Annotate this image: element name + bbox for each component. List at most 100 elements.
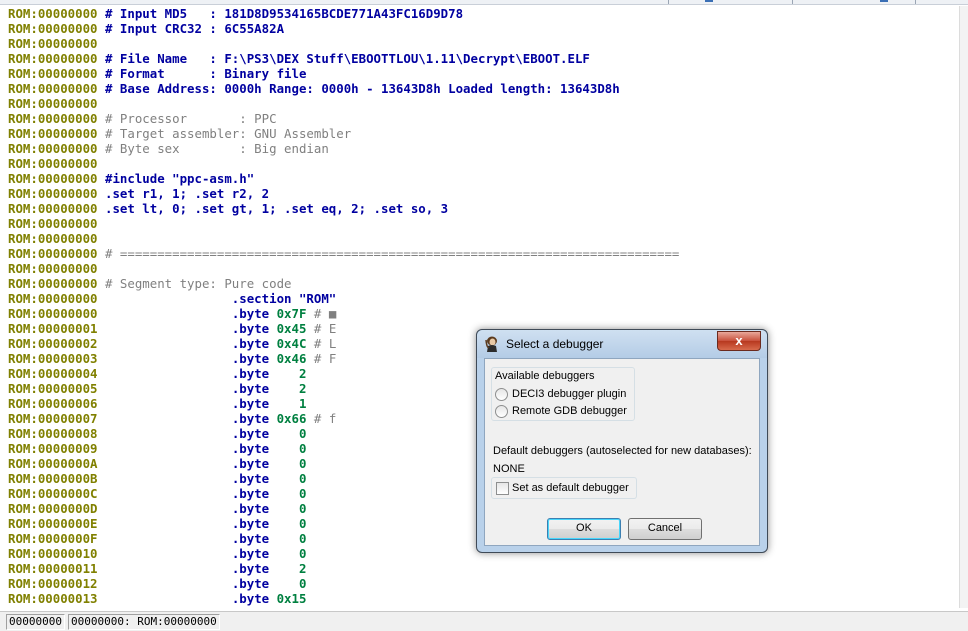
close-button[interactable]: x [717, 331, 761, 351]
line-address[interactable]: ROM:00000000 [8, 201, 98, 216]
listing-line[interactable]: ROM:00000000 [0, 36, 958, 51]
line-address[interactable]: ROM:00000000 [8, 81, 98, 96]
line-address[interactable]: ROM:00000010 [8, 546, 98, 561]
listing-scrollbar[interactable] [959, 6, 968, 608]
radio-remote-gdb[interactable]: Remote GDB debugger [495, 405, 635, 419]
listing-line[interactable]: ROM:00000000 [0, 156, 958, 171]
line-mnemonic[interactable]: .byte [232, 501, 269, 516]
line-address[interactable]: ROM:00000000 [8, 96, 98, 111]
line-text[interactable]: .set lt, 0; .set gt, 1; .set eq, 2; .set… [98, 201, 448, 216]
line-operand[interactable]: 2 [277, 381, 306, 396]
line-operand[interactable]: 0x4C [277, 336, 307, 351]
line-mnemonic[interactable]: .byte [232, 531, 269, 546]
line-mnemonic[interactable]: .byte [232, 456, 269, 471]
line-operand[interactable]: 0 [277, 501, 306, 516]
checkbox-label[interactable]: Set as default debugger [512, 482, 629, 494]
line-text[interactable]: # Format : Binary file [98, 66, 306, 81]
line-mnemonic[interactable]: .byte [232, 411, 269, 426]
listing-line[interactable]: ROM:00000000 [0, 96, 958, 111]
line-address[interactable]: ROM:00000000 [8, 36, 98, 51]
line-operand[interactable]: 0 [277, 471, 306, 486]
listing-line[interactable]: ROM:00000000 [0, 216, 958, 231]
line-address[interactable]: ROM:00000003 [8, 351, 98, 366]
listing-line[interactable]: ROM:00000000 .set lt, 0; .set gt, 1; .se… [0, 201, 958, 216]
listing-line[interactable]: ROM:00000000 # Base Address: 0000h Range… [0, 81, 958, 96]
line-mnemonic[interactable]: .byte [232, 441, 269, 456]
line-address[interactable]: ROM:00000000 [8, 66, 98, 81]
line-operand[interactable]: 0 [277, 456, 306, 471]
line-text[interactable]: #include "ppc-asm.h" [98, 171, 254, 186]
line-mnemonic[interactable]: .byte [232, 366, 269, 381]
line-address[interactable]: ROM:00000000 [8, 306, 98, 321]
line-operand[interactable]: 2 [277, 366, 306, 381]
line-address[interactable]: ROM:00000002 [8, 336, 98, 351]
radio-circle-icon[interactable] [495, 405, 508, 418]
listing-line[interactable]: ROM:00000000 # Processor : PPC [0, 111, 958, 126]
listing-line[interactable]: ROM:00000000 # Input MD5 : 181D8D9534165… [0, 6, 958, 21]
radio-circle-icon[interactable] [495, 388, 508, 401]
line-address[interactable]: ROM:00000000 [8, 6, 98, 21]
line-address[interactable]: ROM:00000009 [8, 441, 98, 456]
set-default-checkbox-row[interactable]: Set as default debugger [491, 477, 637, 499]
line-mnemonic[interactable]: .byte [232, 321, 269, 336]
line-operand[interactable]: 0 [277, 516, 306, 531]
line-operand[interactable]: 2 [277, 561, 306, 576]
line-mnemonic[interactable]: .byte [232, 426, 269, 441]
listing-line[interactable]: ROM:00000000 .byte 0x7F # ■ [0, 306, 958, 321]
line-operand[interactable]: 0x45 [277, 321, 307, 336]
line-mnemonic[interactable]: .byte [232, 576, 269, 591]
line-text[interactable]: # Input CRC32 : 6C55A82A [98, 21, 284, 36]
radio-label[interactable]: DECI3 debugger plugin [512, 388, 626, 400]
listing-line[interactable]: ROM:00000000 # Target assembler: GNU Ass… [0, 126, 958, 141]
line-mnemonic[interactable]: .byte [232, 561, 269, 576]
line-mnemonic[interactable]: .byte [232, 351, 269, 366]
line-address[interactable]: ROM:00000000 [8, 156, 98, 171]
line-address[interactable]: ROM:00000000 [8, 261, 98, 276]
listing-line[interactable]: ROM:00000000 # =========================… [0, 246, 958, 261]
line-operand[interactable]: 0 [277, 576, 306, 591]
dialog-titlebar[interactable]: Select a debugger x [477, 330, 767, 358]
line-address[interactable]: ROM:00000004 [8, 366, 98, 381]
line-text[interactable]: # Byte sex : Big endian [98, 141, 329, 156]
line-address[interactable]: ROM:00000000 [8, 51, 98, 66]
line-address[interactable]: ROM:00000013 [8, 591, 98, 606]
line-address[interactable]: ROM:0000000E [8, 516, 98, 531]
line-address[interactable]: ROM:00000005 [8, 381, 98, 396]
line-operand[interactable]: 0x7F [277, 306, 307, 321]
line-operand[interactable]: 1 [277, 396, 306, 411]
line-address[interactable]: ROM:0000000A [8, 456, 98, 471]
line-address[interactable]: ROM:00000000 [8, 276, 98, 291]
line-address[interactable]: ROM:00000012 [8, 576, 98, 591]
line-text[interactable]: # Input MD5 : 181D8D9534165BCDE771A43FC1… [98, 6, 463, 21]
listing-line[interactable]: ROM:00000011 .byte 2 [0, 561, 958, 576]
line-operand[interactable]: 0 [277, 546, 306, 561]
line-address[interactable]: ROM:00000001 [8, 321, 98, 336]
line-address[interactable]: ROM:00000000 [8, 171, 98, 186]
listing-line[interactable]: ROM:00000000 [0, 231, 958, 246]
line-mnemonic[interactable]: .byte [232, 486, 269, 501]
line-address[interactable]: ROM:00000000 [8, 126, 98, 141]
listing-line[interactable]: ROM:00000013 .byte 0x15 [0, 591, 958, 606]
listing-line[interactable]: ROM:00000012 .byte 0 [0, 576, 958, 591]
line-mnemonic[interactable]: .byte [232, 516, 269, 531]
line-mnemonic[interactable]: .byte [232, 336, 269, 351]
line-operand[interactable]: 0 [277, 426, 306, 441]
listing-line[interactable]: ROM:00000000 #include "ppc-asm.h" [0, 171, 958, 186]
line-address[interactable]: ROM:00000011 [8, 561, 98, 576]
line-address[interactable]: ROM:00000008 [8, 426, 98, 441]
line-operand[interactable]: 0x66 [277, 411, 307, 426]
listing-line[interactable]: ROM:00000000 # File Name : F:\PS3\DEX St… [0, 51, 958, 66]
line-address[interactable]: ROM:00000000 [8, 216, 98, 231]
line-text[interactable]: .section "ROM" [98, 291, 336, 306]
line-text[interactable]: # Processor : PPC [98, 111, 277, 126]
listing-line[interactable]: ROM:00000000 # Input CRC32 : 6C55A82A [0, 21, 958, 36]
line-address[interactable]: ROM:0000000D [8, 501, 98, 516]
set-default-checkbox[interactable] [496, 482, 509, 495]
line-address[interactable]: ROM:00000000 [8, 111, 98, 126]
listing-line[interactable]: ROM:00000000 .section "ROM" [0, 291, 958, 306]
listing-line[interactable]: ROM:00000000 # Byte sex : Big endian [0, 141, 958, 156]
line-operand[interactable]: 0 [277, 531, 306, 546]
line-address[interactable]: ROM:00000000 [8, 291, 98, 306]
line-address[interactable]: ROM:00000000 [8, 231, 98, 246]
line-address[interactable]: ROM:00000000 [8, 186, 98, 201]
